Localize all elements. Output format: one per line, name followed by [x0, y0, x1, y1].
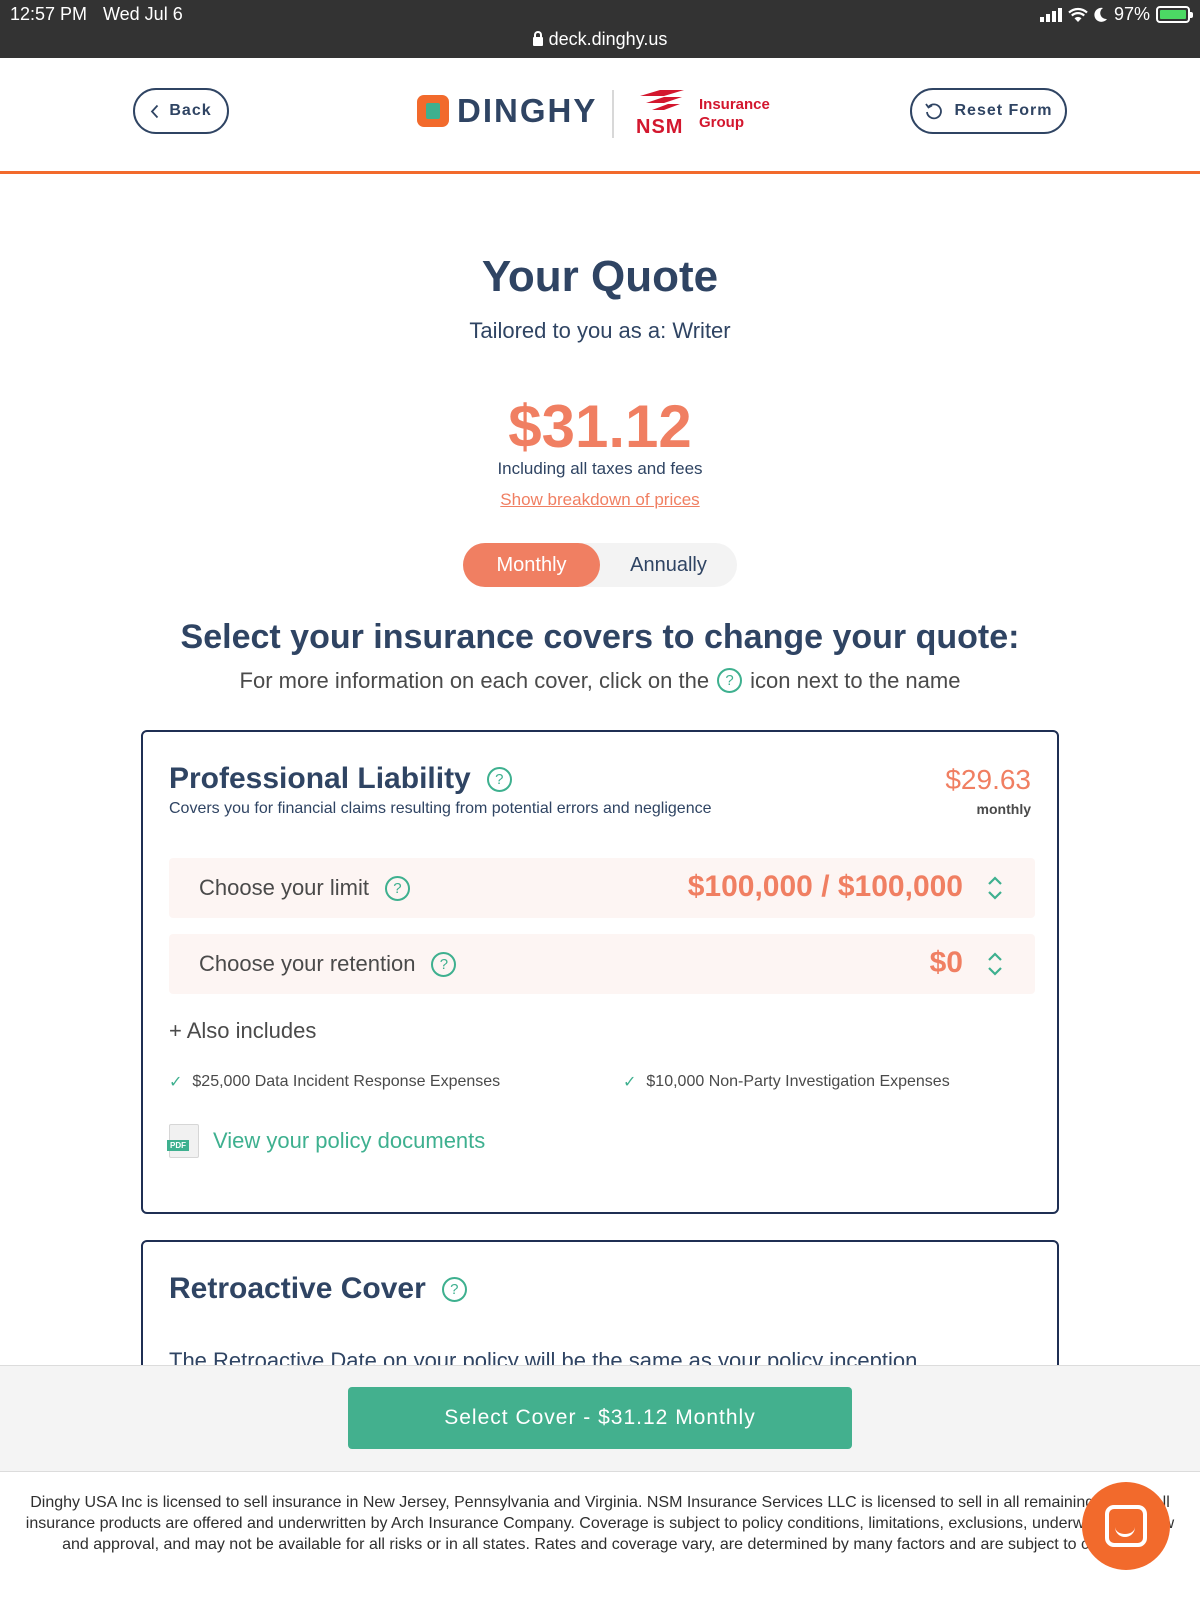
lock-icon: [532, 31, 543, 46]
retention-selector[interactable]: Choose your retention ? $0: [169, 934, 1035, 994]
stepper-icon[interactable]: [985, 950, 1005, 978]
total-price: $31.12: [508, 393, 692, 460]
help-icon[interactable]: ?: [486, 766, 512, 792]
signal-icon: [1039, 7, 1062, 22]
page-title: Your Quote: [481, 252, 719, 301]
legal-footer: Dinghy USA Inc is licensed to sell insur…: [25, 1494, 1175, 1553]
status-indicators: 97%: [1039, 4, 1193, 25]
included-item: ✓ $10,000 Non-Party Investigation Expens…: [623, 1072, 950, 1092]
covers-sub-after: icon next to the name: [750, 668, 961, 693]
view-policy-documents-link[interactable]: PDF View your policy documents: [167, 1124, 486, 1158]
help-icon[interactable]: ?: [431, 951, 457, 977]
limit-value: $100,000 / $100,000: [687, 870, 963, 903]
moon-icon: [1094, 7, 1107, 22]
help-icon[interactable]: ?: [384, 875, 410, 901]
included-item: ✓ $25,000 Data Incident Response Expense…: [169, 1072, 500, 1092]
nsm-logo-tagline: Insurance Group: [699, 96, 770, 132]
professional-liability-description: Covers you for financial claims resultin…: [169, 800, 712, 817]
nsm-logo-text: NSM: [636, 116, 684, 138]
view-policy-documents-text: View your policy documents: [213, 1128, 486, 1153]
covers-subheading: For more information on each cover, clic…: [0, 667, 1200, 695]
chevron-left-icon: [151, 104, 159, 118]
retroactive-cover-card: Retroactive Cover ? The Retroactive Date…: [141, 1240, 1059, 1380]
bottom-action-bar: Select Cover - $31.12 Monthly: [0, 1365, 1200, 1472]
included-item-text: $10,000 Non-Party Investigation Expenses: [646, 1073, 950, 1090]
site-header: Back DINGHY NSM Insurance Group Reset Fo…: [0, 58, 1200, 174]
covers-sub-before: For more information on each cover, clic…: [239, 668, 710, 693]
nsm-logo-line1: Insurance: [699, 96, 770, 113]
reset-form-button[interactable]: Reset Form: [910, 88, 1067, 134]
nsm-logo: NSM Insurance Group: [636, 88, 796, 144]
dinghy-logo-mark: [417, 95, 449, 127]
dinghy-logo-text: DINGHY: [457, 92, 598, 129]
nsm-logo-line2: Group: [699, 114, 744, 131]
dinghy-logo: DINGHY: [417, 92, 597, 130]
battery-icon: [1156, 6, 1193, 23]
professional-liability-card: Professional Liability ? Covers you for …: [141, 730, 1059, 1214]
chat-launcher-button[interactable]: [1082, 1482, 1170, 1570]
help-icon: ?: [717, 667, 743, 693]
show-breakdown-link[interactable]: Show breakdown of prices: [0, 490, 1200, 510]
pdf-icon: PDF: [167, 1124, 199, 1158]
retention-label: Choose your retention ?: [199, 951, 457, 977]
chat-icon: [1105, 1505, 1147, 1547]
also-includes-toggle[interactable]: + Also includes: [169, 1018, 316, 1044]
price-note: Including all taxes and fees: [497, 459, 703, 478]
status-date: Wed Jul 6: [103, 4, 183, 24]
retroactive-cover-title-text: Retroactive Cover: [169, 1272, 426, 1305]
refresh-icon: [925, 103, 943, 120]
check-icon: ✓: [623, 1074, 637, 1091]
check-icon: ✓: [169, 1074, 183, 1091]
battery-percent: 97%: [1113, 4, 1150, 24]
status-bar: 12:57 PM Wed Jul 6 deck.dinghy.us 97%: [0, 0, 1200, 58]
back-button[interactable]: Back: [133, 88, 229, 134]
retention-label-text: Choose your retention: [199, 951, 416, 976]
retroactive-cover-title: Retroactive Cover ?: [169, 1272, 467, 1306]
covers-heading: Select your insurance covers to change y…: [180, 618, 1020, 656]
back-label: Back: [169, 102, 212, 119]
nsm-flag-icon: [640, 90, 684, 110]
quote-subtitle: Tailored to you as a: Writer: [469, 318, 731, 343]
included-item-text: $25,000 Data Incident Response Expenses: [192, 1073, 501, 1090]
professional-liability-price-unit: monthly: [976, 801, 1031, 817]
limit-label: Choose your limit ?: [199, 875, 410, 901]
help-icon[interactable]: ?: [441, 1276, 467, 1302]
professional-liability-title: Professional Liability ?: [169, 762, 512, 796]
toggle-monthly[interactable]: Monthly: [463, 543, 600, 587]
limit-label-text: Choose your limit: [199, 875, 369, 900]
reset-label: Reset Form: [954, 102, 1053, 119]
toggle-annually[interactable]: Annually: [600, 543, 737, 587]
limit-selector[interactable]: Choose your limit ? $100,000 / $100,000: [169, 858, 1035, 918]
logo-divider: [612, 90, 614, 138]
stepper-icon[interactable]: [985, 874, 1005, 902]
status-time: 12:57 PM: [10, 4, 88, 24]
retention-value: $0: [929, 946, 963, 979]
billing-frequency-toggle: Monthly Annually: [463, 543, 737, 587]
select-cover-button[interactable]: Select Cover - $31.12 Monthly: [348, 1387, 852, 1449]
professional-liability-price: $29.63: [945, 764, 1031, 795]
pdf-badge: PDF: [167, 1140, 189, 1151]
address-bar[interactable]: deck.dinghy.us: [0, 29, 1200, 50]
address-url: deck.dinghy.us: [548, 29, 668, 49]
wifi-icon: [1068, 7, 1088, 22]
professional-liability-title-text: Professional Liability: [169, 762, 471, 795]
